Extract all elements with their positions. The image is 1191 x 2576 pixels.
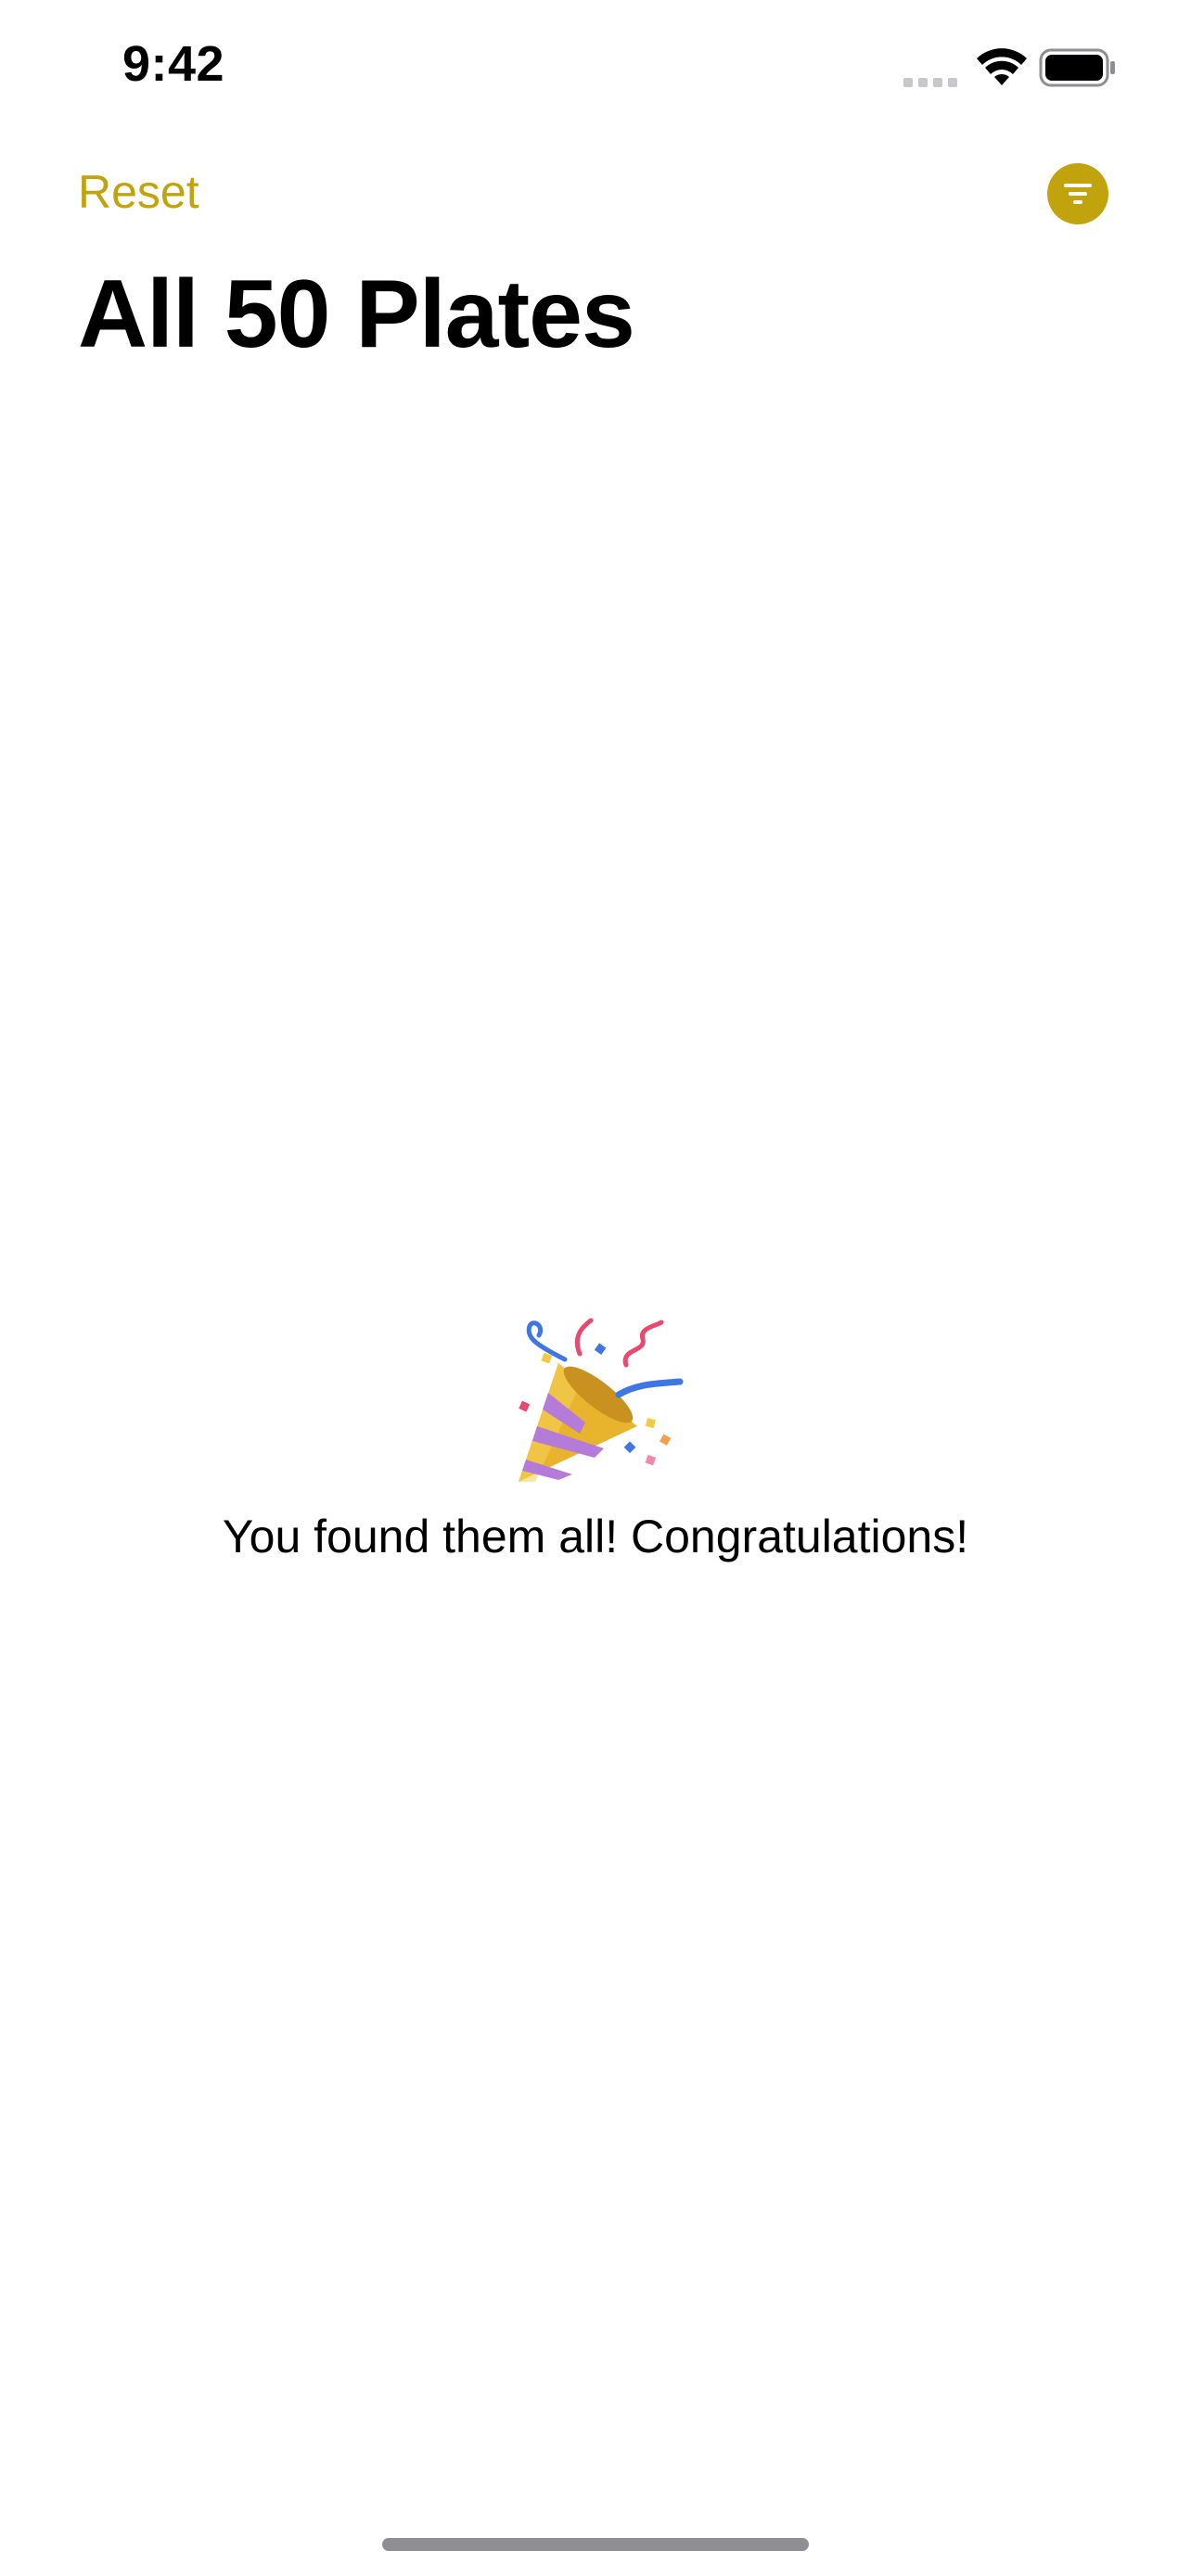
page-title: All 50 Plates — [78, 261, 635, 368]
filter-icon — [1064, 184, 1092, 204]
status-bar: 9:42 — [0, 0, 1191, 139]
wifi-icon — [977, 48, 1027, 85]
filter-button[interactable] — [1047, 163, 1108, 224]
party-popper-icon — [519, 1318, 684, 1482]
home-indicator[interactable] — [382, 2538, 809, 2551]
congratulations-message: You found them all! Congratulations! — [222, 1511, 969, 1562]
celebration-container — [0, 1317, 1191, 1493]
cellular-signal-icon — [903, 72, 959, 87]
status-time: 9:42 — [122, 36, 225, 92]
reset-button[interactable]: Reset — [78, 165, 199, 219]
battery-icon — [1039, 48, 1115, 87]
